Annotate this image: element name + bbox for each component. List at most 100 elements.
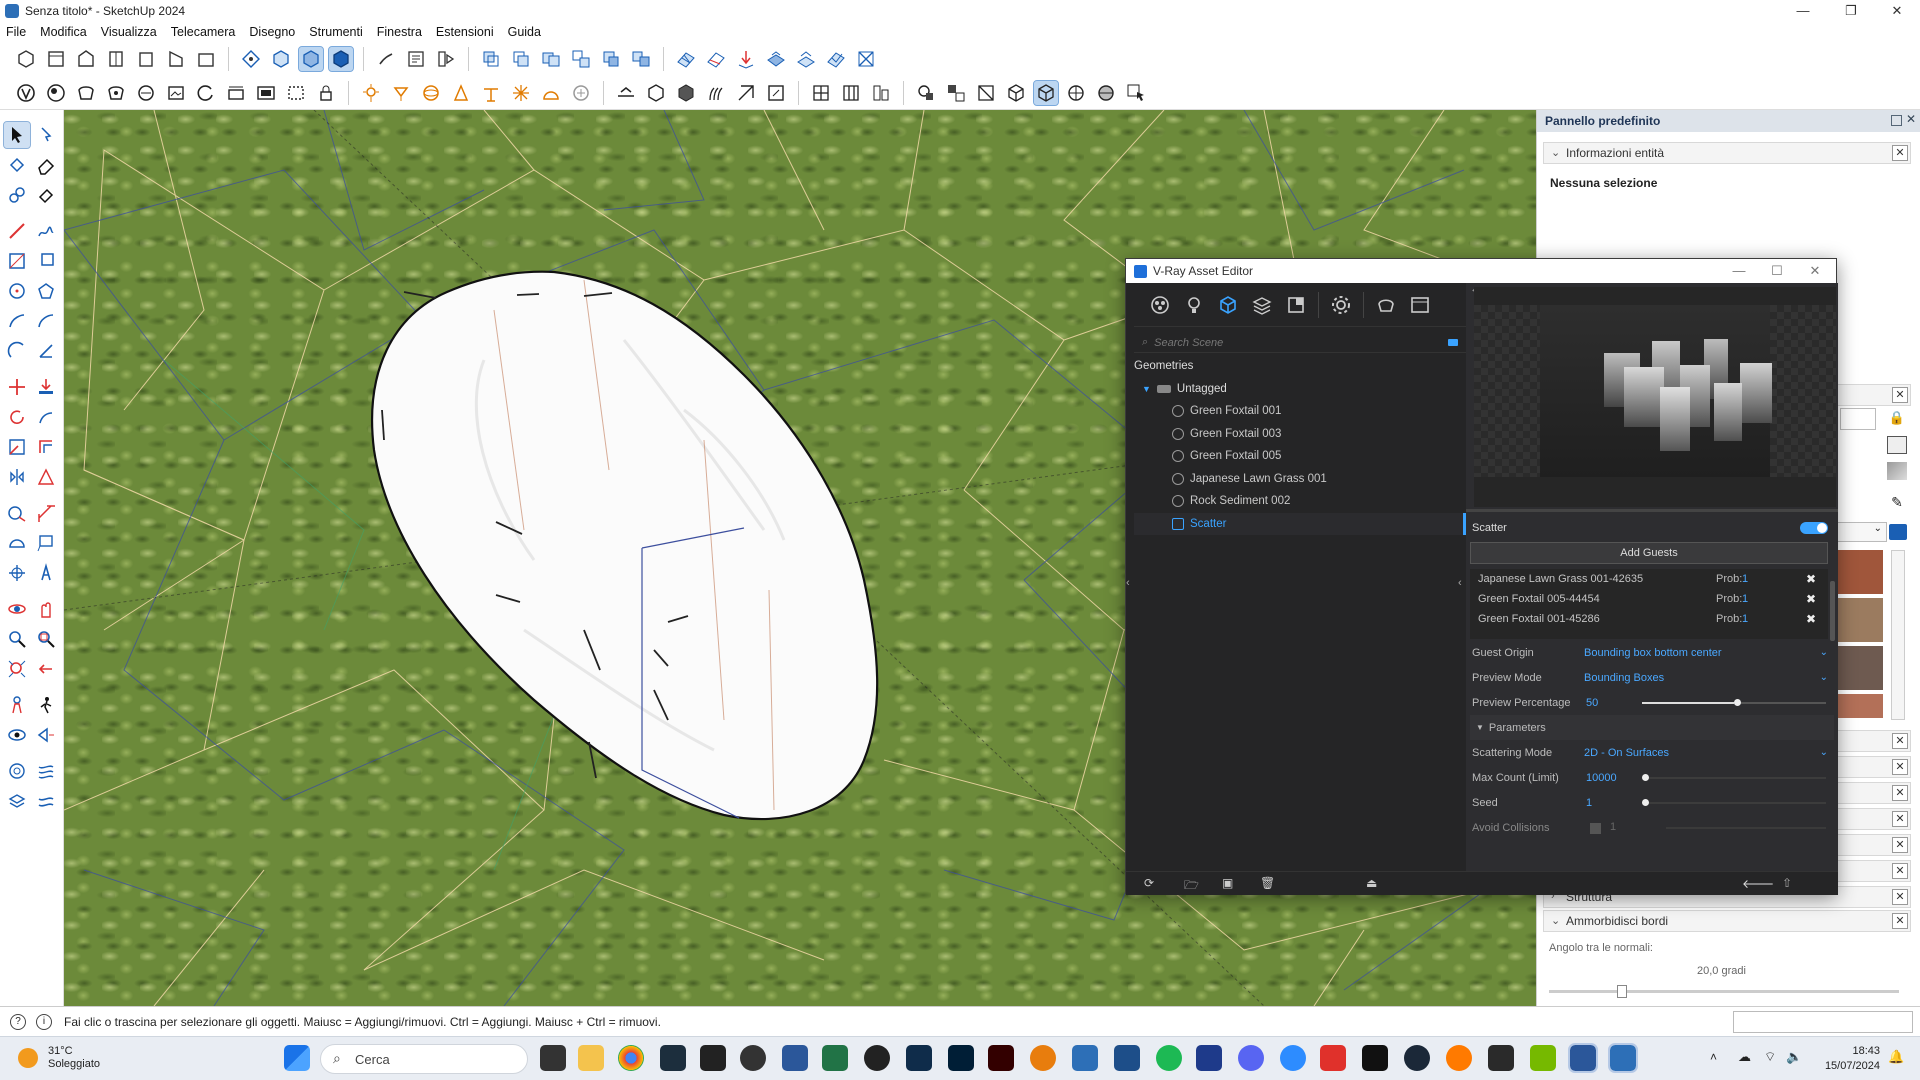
circle-tool-icon[interactable] xyxy=(4,278,30,304)
lights-category-icon[interactable] xyxy=(1182,293,1206,317)
list-item[interactable]: Japanese Lawn Grass 001 xyxy=(1134,468,1466,491)
section-plane-icon[interactable] xyxy=(33,722,59,748)
rotate-tool-icon[interactable] xyxy=(4,404,30,430)
import-proxy-icon[interactable] xyxy=(674,81,698,105)
entity-info-section[interactable]: ⌄ Informazioni entità ✕ xyxy=(1543,142,1911,164)
expand-arrow-icon[interactable]: ▼ xyxy=(1476,723,1484,732)
iso-view-icon[interactable] xyxy=(14,47,38,71)
front-view-icon[interactable] xyxy=(74,47,98,71)
material-name-field[interactable] xyxy=(1840,408,1876,430)
info-icon[interactable]: i xyxy=(36,1013,52,1030)
properties-scrollbar[interactable] xyxy=(1830,581,1835,641)
grid-1-icon[interactable] xyxy=(809,81,833,105)
layers-2-icon[interactable] xyxy=(509,47,533,71)
tray-close-icon[interactable]: ✕ xyxy=(1906,112,1916,126)
parameters-header[interactable]: ▼ Parameters xyxy=(1470,715,1834,740)
spot-light-icon[interactable] xyxy=(389,81,413,105)
lightroom-icon[interactable] xyxy=(906,1045,932,1071)
menu-visualizza[interactable]: Visualizza xyxy=(101,25,157,39)
vray-material-icon[interactable] xyxy=(44,81,68,105)
mesh-clipper-icon[interactable] xyxy=(734,81,758,105)
dimension-tool-icon[interactable] xyxy=(33,500,59,526)
list-item[interactable]: Green Foxtail 005 xyxy=(1134,445,1466,468)
move-tool-icon[interactable] xyxy=(4,374,30,400)
sketchup-icon-2[interactable] xyxy=(1114,1045,1140,1071)
word-active-icon[interactable] xyxy=(1568,1043,1598,1073)
texture-icon[interactable] xyxy=(1887,462,1907,480)
sun-light-icon[interactable] xyxy=(509,81,533,105)
up-arrow-icon[interactable]: ⇧ xyxy=(1782,876,1798,892)
zoom-tool-icon[interactable] xyxy=(4,626,30,652)
axes-tool-icon[interactable] xyxy=(4,560,30,586)
max-count-row[interactable]: Max Count (Limit) 10000 xyxy=(1466,765,1838,790)
minimize-button[interactable]: — xyxy=(1780,0,1826,22)
proxy-icon[interactable] xyxy=(644,81,668,105)
rectangle-tool-icon[interactable] xyxy=(4,248,30,274)
vray-search-bar[interactable]: ⌕ Search Scene xyxy=(1134,333,1466,353)
vray-viewport-render-icon[interactable] xyxy=(254,81,278,105)
layers-6-icon[interactable] xyxy=(629,47,653,71)
close-icon[interactable]: ✕ xyxy=(1892,759,1908,775)
sandbox-from-contours-icon[interactable] xyxy=(4,758,30,784)
headphones-app-icon[interactable] xyxy=(700,1045,726,1071)
orbit-tool-icon[interactable] xyxy=(4,596,30,622)
sandbox-flip-edge-icon[interactable] xyxy=(854,47,878,71)
preview-mode-dropdown[interactable]: Bounding Boxes xyxy=(1584,672,1664,684)
illustrator-icon[interactable] xyxy=(988,1045,1014,1071)
follow-me-tool-icon[interactable] xyxy=(33,404,59,430)
position-camera-icon[interactable] xyxy=(4,692,30,718)
purge-icon[interactable]: ⏏ xyxy=(1366,876,1382,892)
untagged-group[interactable]: ▼ Untagged xyxy=(1134,378,1466,401)
select-cursor-icon[interactable] xyxy=(1124,81,1148,105)
sketchup-icon-1[interactable] xyxy=(1072,1045,1098,1071)
solid-tools-icon[interactable] xyxy=(33,464,59,490)
blender-icon[interactable] xyxy=(1030,1045,1056,1071)
eyedropper-icon[interactable]: ✎ xyxy=(1887,494,1907,512)
cloud-icon[interactable]: ☁ xyxy=(1738,1049,1751,1065)
clock[interactable]: 18:43 15/07/2024 xyxy=(1825,1044,1880,1074)
omni-light-icon[interactable] xyxy=(359,81,383,105)
rotated-rectangle-icon[interactable] xyxy=(33,248,59,274)
app-icon-4[interactable] xyxy=(1196,1045,1222,1071)
vray-region-icon[interactable] xyxy=(284,81,308,105)
max-count-input[interactable]: 10000 xyxy=(1586,772,1617,784)
pan-tool-icon[interactable] xyxy=(33,596,59,622)
3d-text-icon[interactable] xyxy=(33,560,59,586)
measurements-box[interactable] xyxy=(1733,1011,1913,1033)
decal-icon[interactable] xyxy=(764,81,788,105)
menu-guida[interactable]: Guida xyxy=(508,25,541,39)
weather-widget[interactable]: 31°C Soleggiato xyxy=(18,1045,100,1071)
pie-tool-icon[interactable] xyxy=(33,338,59,364)
back-edges-icon[interactable] xyxy=(269,47,293,71)
vray-minimize-button[interactable]: — xyxy=(1720,259,1758,283)
uv-tools-icon[interactable] xyxy=(914,81,938,105)
geo-location-icon[interactable]: ? xyxy=(10,1013,26,1030)
stack-terrain-icon[interactable] xyxy=(4,788,30,814)
app-icon-3[interactable] xyxy=(864,1045,890,1071)
list-item-selected[interactable]: Scatter xyxy=(1134,512,1466,535)
lasso-tool-icon[interactable] xyxy=(33,122,59,148)
sphere-map-icon[interactable] xyxy=(1064,81,1088,105)
freehand-tool-icon[interactable] xyxy=(33,218,59,244)
tray-pin-icon[interactable] xyxy=(1891,115,1902,126)
close-button[interactable]: ✕ xyxy=(1874,0,1920,22)
two-point-arc-icon[interactable] xyxy=(33,308,59,334)
notification-bell-icon[interactable]: 🔔 xyxy=(1888,1049,1904,1065)
select-tool-icon[interactable] xyxy=(3,121,31,149)
wifi-icon[interactable]: ⌔ xyxy=(1764,1049,1776,1065)
maximize-button[interactable]: ❐ xyxy=(1828,0,1874,22)
file-explorer-icon[interactable] xyxy=(578,1045,604,1071)
guest-origin-row[interactable]: Guest Origin Bounding box bottom center ⌄ xyxy=(1466,640,1838,665)
remove-guest-icon[interactable]: ✖ xyxy=(1806,612,1816,626)
flip-tool-icon[interactable] xyxy=(4,464,30,490)
protractor-icon[interactable] xyxy=(4,530,30,556)
slider-thumb[interactable] xyxy=(1617,985,1627,998)
menu-estensioni[interactable]: Estensioni xyxy=(436,25,494,39)
tag-tool-icon[interactable] xyxy=(4,182,30,208)
shaded-textures-icon[interactable] xyxy=(328,46,354,72)
app-icon-5[interactable] xyxy=(1320,1045,1346,1071)
tape-measure-icon[interactable] xyxy=(4,500,30,526)
close-icon[interactable]: ✕ xyxy=(1892,785,1908,801)
polygon-tool-icon[interactable] xyxy=(33,278,59,304)
chevron-up-icon[interactable]: ˄ xyxy=(1710,1050,1717,1064)
